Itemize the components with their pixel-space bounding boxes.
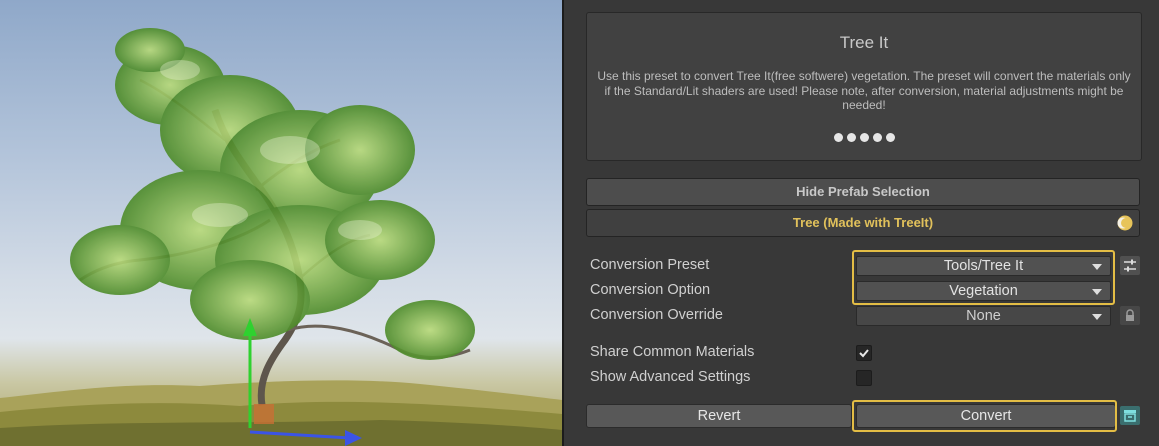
checkmark-icon: [859, 349, 869, 358]
conversion-preset-label: Conversion Preset: [590, 257, 710, 273]
preset-option-highlight: [852, 250, 1115, 305]
preset-info-card: Tree It Use this preset to convert Tree …: [586, 12, 1142, 161]
tree-prefab-button[interactable]: Tree (Made with TreeIt): [586, 209, 1140, 237]
show-advanced-settings-checkbox[interactable]: [856, 370, 872, 386]
share-common-materials-label: Share Common Materials: [590, 344, 755, 360]
hide-prefab-selection-button[interactable]: Hide Prefab Selection: [586, 178, 1140, 206]
conversion-override-dropdown[interactable]: None: [856, 306, 1111, 326]
rating-dot: [833, 133, 843, 142]
lock-icon: [1126, 309, 1134, 321]
preset-description: Use this preset to convert Tree It(free …: [597, 69, 1131, 112]
revert-button[interactable]: Revert: [586, 404, 852, 428]
archive-icon: [1124, 410, 1136, 422]
preset-rating: [587, 129, 1141, 147]
convert-extra-button[interactable]: [1120, 406, 1140, 425]
rating-dot: [885, 133, 895, 142]
rating-dot: [846, 133, 856, 142]
chevron-down-icon: [1092, 314, 1102, 320]
show-advanced-settings-label: Show Advanced Settings: [590, 369, 751, 385]
override-lock-button[interactable]: [1120, 306, 1140, 325]
sliders-icon: [1124, 259, 1136, 272]
convert-highlight: [852, 400, 1117, 432]
conversion-override-value: None: [966, 308, 1001, 324]
tree-prefab-label: Tree (Made with TreeIt): [792, 215, 934, 230]
preset-settings-button[interactable]: [1120, 256, 1140, 275]
moon-circle-icon: [1117, 215, 1133, 231]
converter-panel: Tree It Use this preset to convert Tree …: [564, 0, 1159, 446]
conversion-option-label: Conversion Option: [590, 282, 711, 298]
share-common-materials-checkbox[interactable]: [856, 345, 872, 361]
rating-dot: [859, 133, 869, 142]
rating-dot: [872, 133, 882, 142]
preset-title: Tree It: [839, 33, 889, 52]
conversion-override-label: Conversion Override: [590, 307, 723, 323]
scene-viewport[interactable]: [0, 0, 562, 446]
tree-scene-illustration: [0, 28, 562, 446]
